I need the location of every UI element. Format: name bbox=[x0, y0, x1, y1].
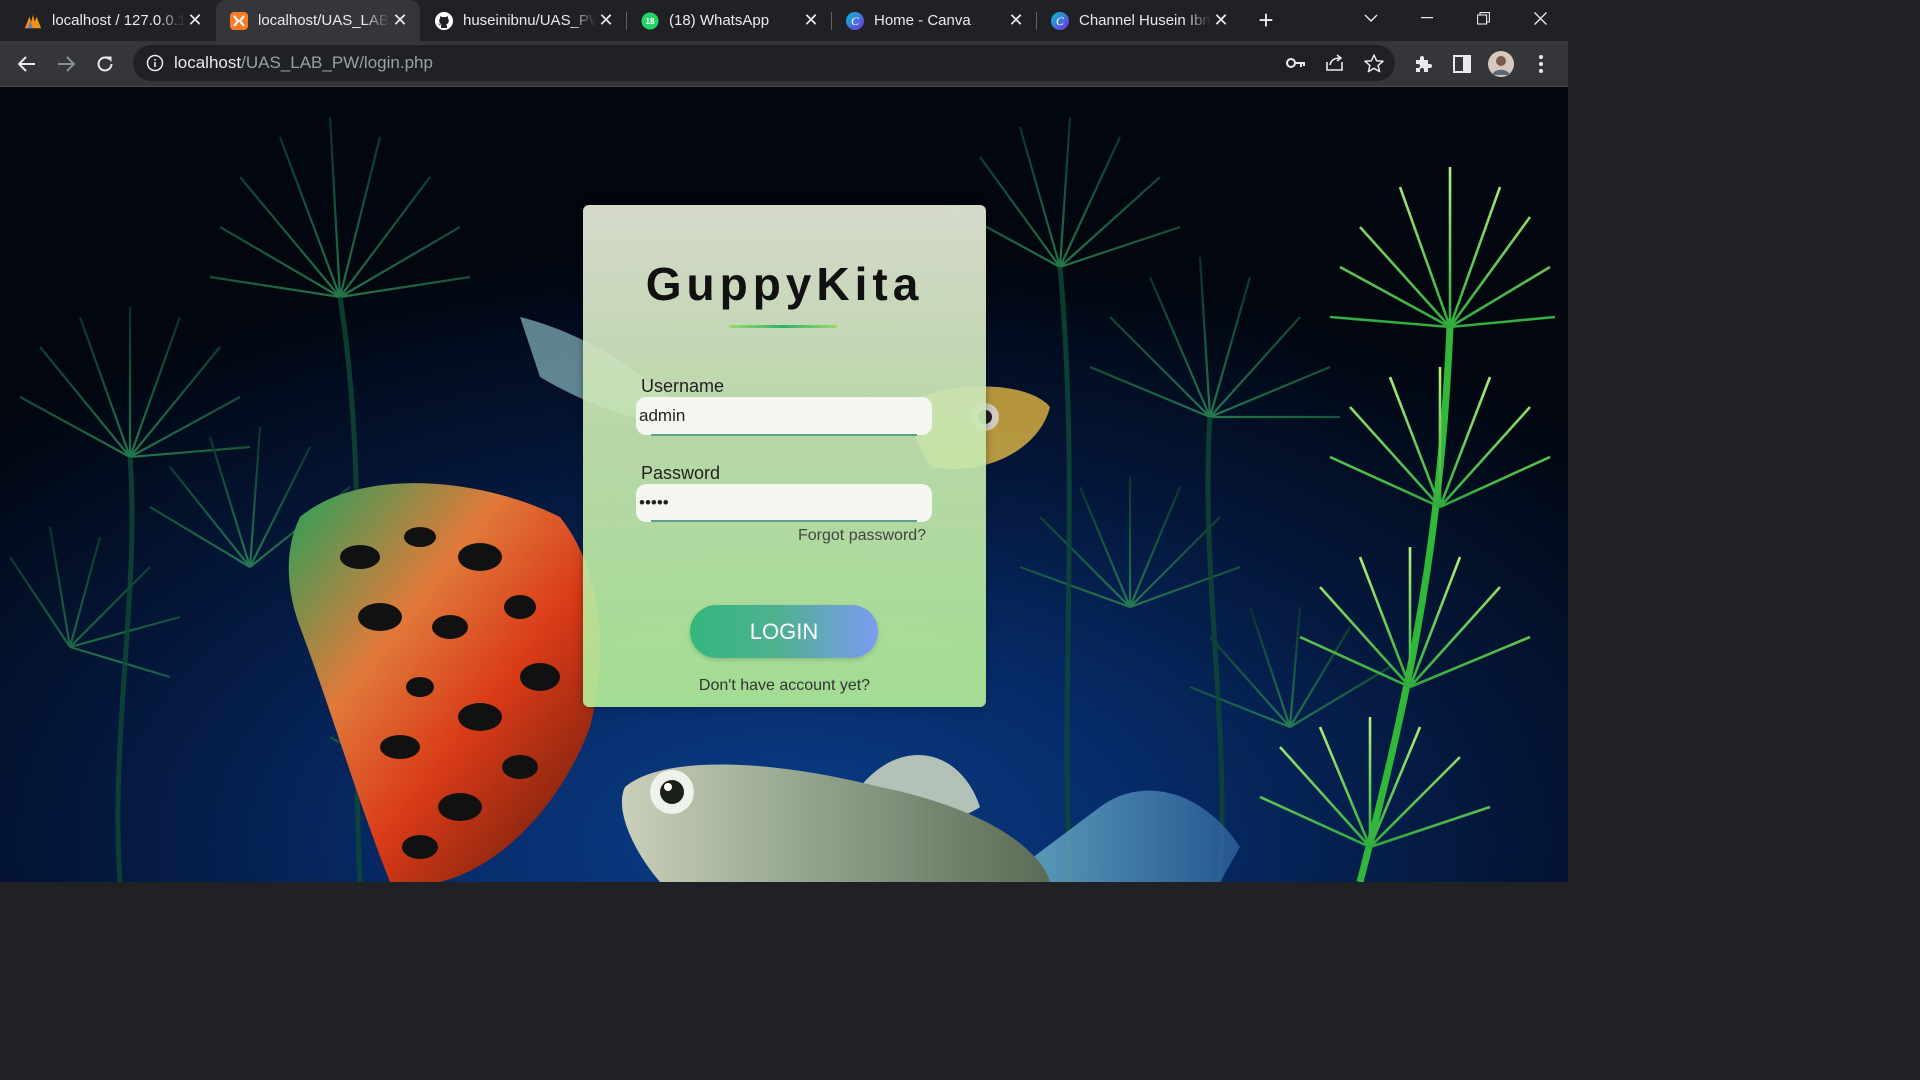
brand-title: GuppyKita bbox=[645, 258, 924, 310]
tab-title: localhost / 127.0.0.1 bbox=[52, 12, 185, 29]
reload-icon[interactable] bbox=[90, 49, 120, 79]
close-icon[interactable]: ✕ bbox=[185, 10, 205, 31]
bookmark-star-icon[interactable] bbox=[1362, 51, 1386, 75]
svg-text:C: C bbox=[1056, 14, 1065, 28]
new-tab-plus-icon[interactable]: + bbox=[1252, 6, 1280, 34]
close-icon[interactable]: ✕ bbox=[390, 10, 410, 31]
minimize-icon[interactable] bbox=[1399, 0, 1455, 36]
forgot-password-link[interactable]: Forgot password? bbox=[798, 527, 926, 545]
restore-icon[interactable] bbox=[1455, 0, 1511, 36]
close-icon[interactable]: ✕ bbox=[1006, 10, 1026, 31]
url-host: localhost bbox=[174, 53, 242, 72]
window-close-icon[interactable] bbox=[1512, 0, 1568, 36]
share-icon[interactable] bbox=[1323, 51, 1347, 75]
canva-icon: C bbox=[1051, 11, 1069, 30]
url-text[interactable]: localhost/UAS_LAB_PW/login.php bbox=[174, 53, 433, 73]
url-path: /UAS_LAB_PW/login.php bbox=[241, 53, 433, 72]
username-underline bbox=[651, 434, 917, 436]
svg-text:18: 18 bbox=[646, 17, 655, 26]
whatsapp-icon: 18 bbox=[641, 11, 659, 30]
github-icon bbox=[435, 11, 453, 30]
phpmyadmin-icon bbox=[24, 12, 42, 30]
tab-title: (18) WhatsApp bbox=[669, 12, 770, 29]
tab-search-chevron-icon[interactable] bbox=[1343, 0, 1399, 36]
username-input[interactable] bbox=[636, 397, 932, 435]
extensions-puzzle-icon[interactable] bbox=[1408, 49, 1438, 79]
login-form: GuppyKita Username Password Forgot passw… bbox=[583, 205, 986, 707]
tab-title: Channel Husein Ibnu bbox=[1079, 12, 1211, 29]
key-icon[interactable] bbox=[1284, 51, 1308, 75]
login-button[interactable]: LOGIN bbox=[690, 605, 878, 658]
address-bar[interactable]: localhost/UAS_LAB_PW/login.php bbox=[133, 45, 1395, 81]
password-label: Password bbox=[641, 463, 721, 483]
side-panel-icon[interactable] bbox=[1447, 49, 1477, 79]
tab-strip: localhost / 127.0.0.1 ✕ localhost/UAS_LA… bbox=[0, 0, 1568, 41]
back-arrow-icon[interactable] bbox=[12, 49, 42, 79]
password-input[interactable] bbox=[636, 484, 932, 522]
tab-uas-lab[interactable]: localhost/UAS_LAB_PW ✕ bbox=[216, 0, 420, 41]
tab-canva-home[interactable]: C Home - Canva ✕ bbox=[832, 0, 1036, 41]
signup-link[interactable]: Don't have account yet? bbox=[583, 677, 986, 695]
brand-underline bbox=[729, 325, 837, 328]
svg-text:C: C bbox=[851, 14, 860, 28]
tab-title: localhost/UAS_LAB_PW bbox=[258, 12, 390, 29]
username-label: Username bbox=[641, 376, 725, 396]
password-underline bbox=[651, 520, 917, 522]
close-icon[interactable]: ✕ bbox=[801, 10, 821, 31]
close-icon[interactable]: ✕ bbox=[596, 10, 616, 31]
forward-arrow-icon[interactable] bbox=[51, 49, 81, 79]
close-icon[interactable]: ✕ bbox=[1211, 10, 1231, 31]
canva-icon: C bbox=[846, 11, 864, 30]
tab-title: huseinibnu/UAS_PW bbox=[463, 12, 596, 29]
tab-whatsapp[interactable]: 18 (18) WhatsApp ✕ bbox=[627, 0, 831, 41]
avatar[interactable] bbox=[1486, 49, 1516, 79]
kebab-menu-icon[interactable] bbox=[1526, 49, 1556, 79]
tab-phpmyadmin[interactable]: localhost / 127.0.0.1 ✕ bbox=[10, 0, 215, 41]
browser-toolbar: localhost/UAS_LAB_PW/login.php bbox=[0, 41, 1568, 87]
site-info-icon[interactable] bbox=[143, 51, 167, 75]
tab-canva-channel[interactable]: C Channel Husein Ibnu ✕ bbox=[1037, 0, 1241, 41]
page-viewport: GuppyKita Username Password Forgot passw… bbox=[0, 87, 1568, 882]
tab-github[interactable]: huseinibnu/UAS_PW ✕ bbox=[421, 0, 626, 41]
tab-title: Home - Canva bbox=[874, 12, 971, 29]
xampp-icon bbox=[230, 11, 248, 30]
